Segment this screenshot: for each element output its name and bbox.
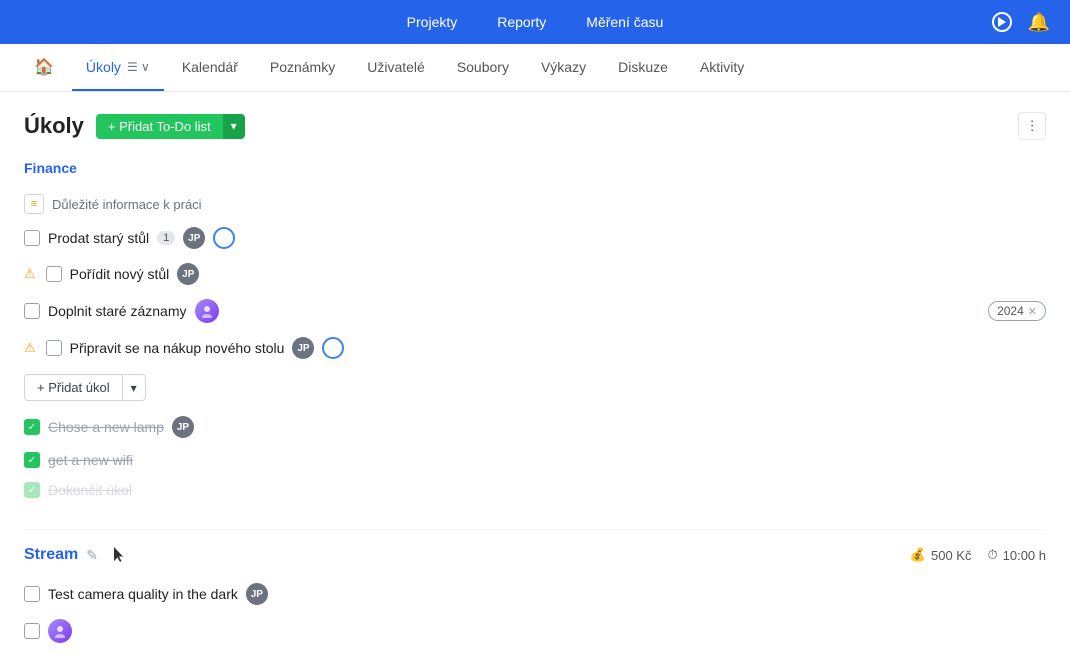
task-row: Prodat starý stůl 1 JP (24, 220, 1046, 256)
add-task-wrap: + Přidat úkol ▾ (24, 374, 1046, 401)
avatar: JP (292, 337, 314, 359)
nav-reporty[interactable]: Reporty (497, 14, 546, 30)
group-header-icon: ≡ (24, 194, 44, 214)
stream-title-area: Stream ✎ (24, 546, 138, 564)
more-options-button[interactable]: ⋮ (1018, 112, 1046, 140)
task-checkbox[interactable] (46, 340, 62, 356)
task-text-done: Dokončit úkol (48, 482, 132, 498)
tag-close-button[interactable]: ✕ (1028, 305, 1037, 318)
completed-task-row: ✓ Dokončit úkol (24, 475, 1046, 505)
main-content: Úkoly + Přidat To-Do list ▾ ⋮ Finance ≡ … (0, 92, 1070, 670)
stream-header: Stream ✎ 💰 500 Kč ⏱ 10:00 h (24, 546, 1046, 564)
task-text: Prodat starý stůl (48, 230, 149, 246)
stream-meta: 💰 500 Kč ⏱ 10:00 h (910, 547, 1046, 563)
tag-label: 2024 (997, 304, 1024, 318)
subnav-home[interactable]: 🏠 (20, 44, 68, 91)
task-checkbox[interactable] (24, 586, 40, 602)
finance-section-title: Finance (24, 160, 1046, 176)
sub-navigation: 🏠 Úkoly ☰ ∨ Kalendář Poznámky Uživatelé … (0, 44, 1070, 92)
play-button[interactable] (992, 12, 1012, 32)
stream-budget: 💰 500 Kč (910, 547, 972, 563)
task-checkbox-checked[interactable]: ✓ (24, 482, 40, 498)
task-text: Připravit se na nákup nového stolu (70, 340, 285, 356)
top-nav-right: 🔔 (992, 12, 1050, 33)
page-title-area: Úkoly + Přidat To-Do list ▾ (24, 113, 245, 139)
stream-task-row: Test camera quality in the dark JP (24, 576, 1046, 612)
add-task-dropdown-button[interactable]: ▾ (123, 374, 146, 401)
stream-title: Stream (24, 546, 78, 564)
finance-section: Finance ≡ Důležité informace k práci Pro… (24, 160, 1046, 505)
group-header-label: Důležité informace k práci (52, 197, 202, 212)
subnav-ukoly[interactable]: Úkoly ☰ ∨ (72, 44, 164, 91)
time-value: 10:00 h (1003, 548, 1046, 563)
avatar-photo (195, 299, 219, 323)
filter-icon: ☰ ∨ (127, 60, 150, 74)
add-todo-dropdown-button[interactable]: ▾ (223, 114, 245, 139)
task-row: ⚠ Pořídit nový stůl JP (24, 256, 1046, 292)
edit-icon[interactable]: ✎ (86, 547, 98, 564)
budget-icon: 💰 (910, 547, 926, 563)
subnav-diskuze[interactable]: Diskuze (604, 44, 682, 91)
subnav-uzivatele[interactable]: Uživatelé (353, 44, 439, 91)
stream-section: Stream ✎ 💰 500 Kč ⏱ 10:00 h (24, 529, 1046, 650)
task-text-done: Chose a new lamp (48, 419, 164, 435)
subnav-vykazy[interactable]: Výkazy (527, 44, 600, 91)
task-checkbox[interactable] (24, 230, 40, 246)
avatar-blue-circle (322, 337, 344, 359)
subnav-soubory[interactable]: Soubory (443, 44, 523, 91)
task-text: Doplnit staré záznamy (48, 303, 187, 319)
task-text: Pořídit nový stůl (70, 266, 170, 282)
stream-task-row-2 (24, 612, 1046, 650)
task-group-header: ≡ Důležité informace k práci (24, 188, 1046, 220)
task-text-done: get a new wifi (48, 452, 133, 468)
avatar: JP (172, 416, 194, 438)
page-header: Úkoly + Přidat To-Do list ▾ ⋮ (24, 112, 1046, 140)
add-task-button[interactable]: + Přidat úkol (24, 374, 123, 401)
avatar-photo (48, 619, 72, 643)
warning-icon: ⚠ (24, 266, 36, 282)
budget-value: 500 Kč (931, 548, 971, 563)
task-count-badge: 1 (157, 231, 175, 245)
nav-mereni-casu[interactable]: Měření času (586, 14, 663, 30)
task-checkbox-checked[interactable]: ✓ (24, 452, 40, 468)
task-checkbox[interactable] (24, 623, 40, 639)
task-row: Doplnit staré záznamy 2024 ✕ (24, 292, 1046, 330)
add-todo-button[interactable]: + Přidat To-Do list (96, 114, 223, 139)
task-checkbox[interactable] (46, 266, 62, 282)
tag-2024: 2024 ✕ (988, 301, 1046, 321)
avatar-blue-circle (213, 227, 235, 249)
home-icon: 🏠 (34, 57, 54, 77)
task-row: ⚠ Připravit se na nákup nového stolu JP (24, 330, 1046, 366)
subnav-aktivity[interactable]: Aktivity (686, 44, 758, 91)
bell-icon[interactable]: 🔔 (1028, 12, 1050, 33)
avatar: JP (183, 227, 205, 249)
time-icon: ⏱ (987, 547, 997, 563)
top-navigation: Projekty Reporty Měření času 🔔 (0, 0, 1070, 44)
add-todo-wrap: + Přidat To-Do list ▾ (96, 114, 245, 139)
task-checkbox-checked[interactable]: ✓ (24, 419, 40, 435)
warning-icon: ⚠ (24, 340, 36, 356)
avatar: JP (177, 263, 199, 285)
stream-time: ⏱ 10:00 h (987, 547, 1046, 563)
subnav-kalendar[interactable]: Kalendář (168, 44, 252, 91)
avatar: JP (246, 583, 268, 605)
cursor-icon (114, 547, 126, 565)
completed-task-row: ✓ Chose a new lamp JP (24, 409, 1046, 445)
subnav-poznamky[interactable]: Poznámky (256, 44, 349, 91)
task-checkbox[interactable] (24, 303, 40, 319)
completed-task-row: ✓ get a new wifi (24, 445, 1046, 475)
nav-projekty[interactable]: Projekty (407, 14, 458, 30)
task-text: Test camera quality in the dark (48, 586, 238, 602)
page-title: Úkoly (24, 113, 84, 139)
